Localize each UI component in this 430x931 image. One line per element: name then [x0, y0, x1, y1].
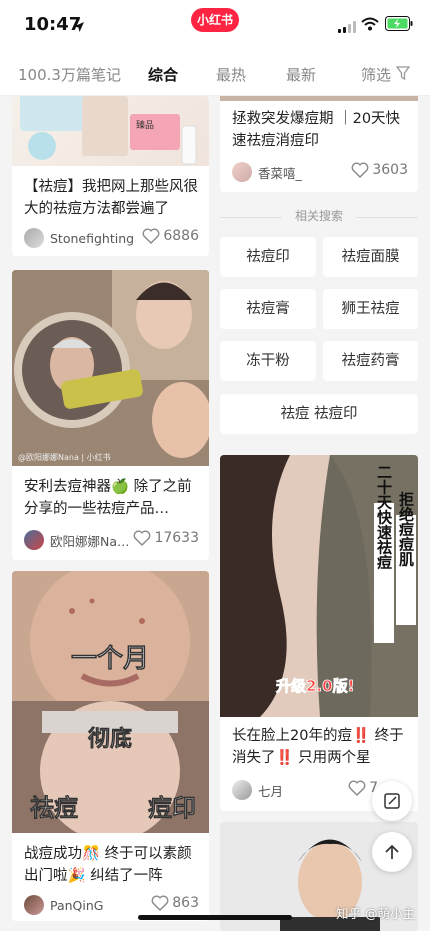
- like-button[interactable]: 17633: [133, 530, 199, 546]
- heart-icon: [351, 162, 369, 178]
- avatar: [24, 530, 44, 550]
- like-count: 6886: [163, 228, 199, 244]
- avatar: [24, 228, 44, 248]
- note-image[interactable]: 臻品: [12, 96, 209, 166]
- wifi-icon: [361, 16, 379, 35]
- note-card[interactable]: 一个月 彻底 祛痘 痘印 战痘成功🎊 终于可以素颜出门啦🎉 纠结了一阵 PanQ…: [12, 571, 209, 921]
- tab-hottest[interactable]: 最热: [216, 64, 246, 85]
- avatar: [232, 162, 252, 182]
- like-count: 3603: [372, 162, 408, 178]
- related-search-chip[interactable]: 狮王祛痘: [323, 289, 418, 329]
- heart-icon: [348, 780, 366, 796]
- avatar: [24, 895, 44, 915]
- note-card[interactable]: 臻品 【祛痘】我把网上那些风很大的祛痘方法都尝遍了 Stonefighting …: [12, 96, 209, 256]
- like-count: 17633: [154, 530, 199, 546]
- related-search-chip[interactable]: 祛痘面膜: [323, 237, 418, 277]
- avatar: [232, 780, 252, 800]
- filter-icon[interactable]: [395, 66, 411, 84]
- related-search-chip[interactable]: 祛痘药膏: [323, 341, 418, 381]
- note-author[interactable]: 香菜嘻_: [232, 162, 302, 182]
- location-arrow-icon: [73, 18, 85, 37]
- note-author[interactable]: PanQinG: [24, 895, 103, 915]
- overlay-text: 彻底: [88, 726, 132, 752]
- note-author[interactable]: Stonefighting: [24, 228, 134, 248]
- note-image[interactable]: 一个月 彻底 祛痘 痘印: [12, 571, 209, 841]
- note-author[interactable]: 七月: [232, 780, 283, 800]
- tab-latest[interactable]: 最新: [286, 64, 316, 85]
- photo-watermark: @欧阳娜娜Nana | 小红书: [18, 452, 111, 462]
- note-title: 长在脸上20年的痘‼️ 终于消失了‼️ 只用两个星: [232, 728, 404, 766]
- heart-icon: [142, 228, 160, 244]
- tab-bar: 100.3万篇笔记 综合 最热 最新 筛选: [0, 52, 430, 96]
- product-label: 臻品: [136, 119, 154, 131]
- related-search-chip[interactable]: 祛痘膏: [220, 289, 316, 329]
- signal-icon: [338, 18, 356, 37]
- author-name: PanQinG: [50, 897, 104, 913]
- overlay-badge: 升级2.0版!: [276, 677, 354, 695]
- note-image[interactable]: @欧阳娜娜Nana | 小红书: [12, 270, 209, 466]
- author-name: 欧阳娜娜Na…: [50, 533, 130, 549]
- status-bar: 10:47 小红书: [0, 0, 430, 52]
- like-button[interactable]: 3603: [351, 162, 408, 178]
- note-image[interactable]: [220, 96, 418, 101]
- home-indicator: [138, 915, 292, 920]
- like-count: 863: [172, 895, 199, 911]
- like-button[interactable]: 863: [151, 895, 199, 911]
- overlay-text: 痘印: [148, 794, 196, 822]
- note-title: 拯救突发爆痘期 ｜20天快速祛痘消痘印: [232, 111, 401, 149]
- overlay-vertical-text: 拒绝痘痘肌: [397, 491, 415, 568]
- app-badge: 小红书: [191, 8, 239, 32]
- author-name: Stonefighting: [50, 230, 135, 246]
- overlay-text: 祛痘: [30, 794, 78, 822]
- screen: 10:47 小红书 100.3万篇笔记 综合 最热 最新 筛选 臻品 【祛痘】我…: [0, 0, 430, 931]
- note-image[interactable]: 二十天快速祛痘 拒绝痘痘肌 升级2.0版!: [220, 455, 418, 717]
- note-title: 战痘成功🎊 终于可以素颜出门啦🎉 纠结了一阵: [24, 846, 192, 884]
- related-search-chip[interactable]: 祛痘 祛痘印: [220, 394, 418, 434]
- back-to-top-button[interactable]: [372, 832, 412, 872]
- note-title: 安利去痘神器🍏 除了之前分享的一些祛痘产品…: [24, 479, 192, 517]
- edit-note-button[interactable]: [372, 781, 412, 821]
- author-name: 七月: [258, 783, 284, 799]
- note-card[interactable]: 拯救突发爆痘期 ｜20天快速祛痘消痘印 香菜嘻_ 3603: [220, 96, 418, 192]
- edit-icon: [384, 793, 400, 809]
- note-title: 【祛痘】我把网上那些风很大的祛痘方法都尝遍了: [24, 179, 198, 217]
- author-name: 香菜嘻_: [258, 165, 302, 181]
- related-search-chip[interactable]: 祛痘印: [220, 237, 316, 277]
- tab-comprehensive[interactable]: 综合: [148, 64, 178, 85]
- overlay-vertical-text: 二十天快速祛痘: [375, 465, 393, 571]
- heart-icon: [134, 530, 151, 546]
- filter-button[interactable]: 筛选: [361, 64, 391, 85]
- related-search-chip[interactable]: 冻干粉: [220, 341, 316, 381]
- related-search-heading: 相关搜索: [220, 207, 418, 227]
- note-card[interactable]: 二十天快速祛痘 拒绝痘痘肌 升级2.0版! 长在脸上20年的痘‼️ 终于消失了‼…: [220, 455, 418, 811]
- note-count: 100.3万篇笔记: [18, 66, 121, 84]
- overlay-text: 一个月: [71, 644, 149, 674]
- note-author[interactable]: 欧阳娜娜Na…: [24, 530, 130, 550]
- like-button[interactable]: 6886: [142, 228, 199, 244]
- battery-icon: [385, 16, 413, 35]
- heart-icon: [151, 895, 169, 911]
- note-card[interactable]: @欧阳娜娜Nana | 小红书 安利去痘神器🍏 除了之前分享的一些祛痘产品… 欧…: [12, 270, 209, 560]
- watermark: 知乎 @萌小主: [336, 906, 415, 921]
- back-to-top-icon: [385, 844, 399, 859]
